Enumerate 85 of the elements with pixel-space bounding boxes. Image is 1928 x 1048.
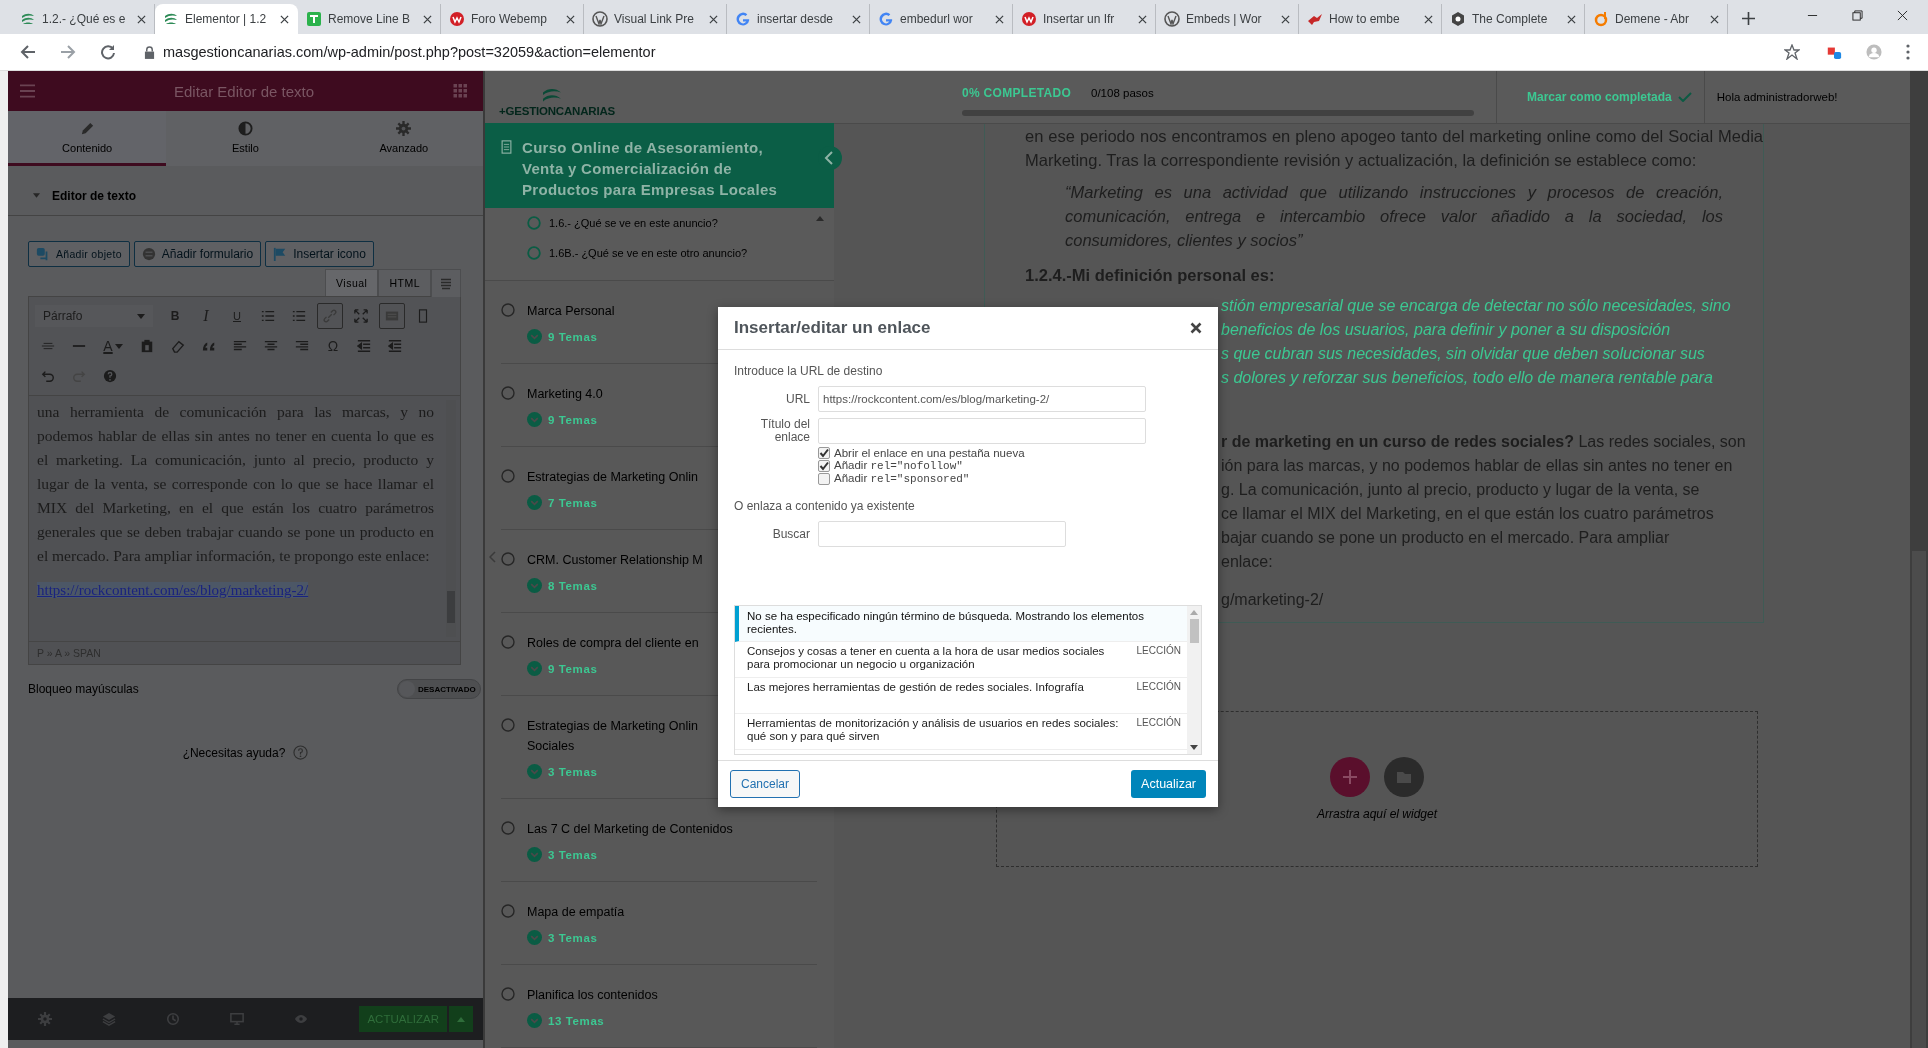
address-bar[interactable]: masgestioncanarias.com/wp-admin/post.php?post=32059&action=elementor	[163, 44, 656, 60]
underline-button[interactable]: U	[224, 303, 250, 329]
panel-tab[interactable]: Estilo	[166, 111, 325, 166]
panel-tab[interactable]: Avanzado	[324, 111, 483, 166]
search-label: Buscar	[771, 527, 810, 541]
option-label: Añadir rel="sponsored"	[834, 472, 970, 485]
panel-tab[interactable]: Contenido	[8, 111, 167, 166]
section-title: Roles de compra del cliente en	[527, 635, 699, 652]
paragraph-line: enlace:	[1221, 552, 1274, 572]
tab-title: Remove Line B	[328, 12, 412, 26]
italic-button[interactable]: I	[193, 303, 219, 329]
title-label: Título del enlace	[759, 418, 810, 444]
section-header[interactable]: Editor de texto	[8, 176, 483, 216]
cancel-button[interactable]: Cancelar	[730, 770, 801, 798]
link[interactable]: g/marketing-2/	[1221, 588, 1763, 612]
editor-mode-tab[interactable]: HTML	[378, 269, 431, 296]
tab-title: Elementor | 1.2	[185, 12, 268, 26]
lesson-item[interactable]: 1.6.- ¿Qué se ve en este anuncio?	[527, 208, 834, 238]
tab-title: Demene - Abr	[1615, 12, 1691, 26]
logo-text: +GESTIONCANARIAS	[499, 105, 616, 117]
topic-count: 7 Temas	[548, 496, 598, 509]
text-color-button[interactable]: A	[97, 333, 129, 359]
tab-title: The Complete	[1472, 12, 1549, 26]
heading: 1.2.4.-Mi definición personal es:	[1025, 265, 1276, 286]
topic-count: 9 Temas	[548, 413, 598, 426]
tab-title: insertar desde	[757, 12, 835, 26]
section-title: CRM. Customer Relationship M	[527, 552, 703, 569]
result-item[interactable]: Las mejores herramientas de gestión de redes sociales. Infografía LECCIÓN	[735, 678, 1187, 714]
section-title: Mapa de empatía	[527, 904, 625, 921]
lesson-item[interactable]: 1.6B.- ¿Qué se ve en este otro anuncio?	[527, 238, 834, 268]
section-title: Planifica los contenidos	[527, 987, 658, 1004]
media-button[interactable]: Insertar icono	[265, 241, 374, 267]
result-item[interactable]: Herramientas de monitorización y análisis de usuarios en redes sociales: qué son y para qué sirven LECCIÓN	[735, 714, 1187, 750]
bold-button[interactable]: B	[162, 303, 188, 329]
url-field[interactable]: https://rockcontent.com/es/blog/marketing-2/	[818, 386, 1146, 412]
result-type: LECCIÓN	[1136, 717, 1181, 730]
topic-count: 8 Temas	[548, 579, 598, 592]
quote-line: beneficios de los usuarios, para definir y poner a su disposición	[1221, 320, 1672, 340]
quote-line: s que cubran sus necesidades, sin olvidar que deben solucionar sus	[1221, 344, 1706, 364]
mark-complete-button[interactable]: Marcar como completada	[1496, 71, 1705, 123]
panel-title: Editar Editor de texto	[173, 82, 315, 100]
tab-title: Visual Link Pre	[614, 12, 695, 26]
tab-title: Foro Webemp	[471, 12, 548, 26]
section-title: Marketing 4.0	[527, 386, 603, 403]
tab-title: Embeds | Wor	[1186, 12, 1263, 26]
url-label: URL	[785, 392, 810, 406]
editor-mode-tab[interactable]: Visual	[325, 269, 379, 296]
greeting: Hola administradorweb!	[1716, 91, 1838, 103]
result-type: LECCIÓN	[1136, 681, 1181, 694]
caps-lock-label: Bloqueo mayúsculas	[28, 682, 139, 696]
caps-lock-toggle[interactable]: DESACTIVADO	[397, 679, 481, 699]
search-notice: No se ha especificado ningún término de búsqueda. Mostrando los elementos recientes.	[735, 606, 1187, 642]
update-button[interactable]: Actualizar	[1131, 770, 1206, 798]
topic-count: 3 Temas	[548, 765, 598, 778]
section-title: Estrategias de Marketing Onlin	[527, 469, 698, 486]
quote-line: s dolores y reforzar sus beneficios, todo ello de manera rentable para	[1221, 368, 1714, 388]
tab-title: How to embe	[1329, 12, 1401, 26]
tab-title: 1.2.- ¿Qué es e	[42, 12, 127, 26]
result-type: LECCIÓN	[1136, 645, 1181, 658]
course-title: Curso Online de Asesoramiento, Venta y Comercialización de Productos para Empresas Locales	[522, 138, 779, 200]
topic-count: 9 Temas	[548, 662, 598, 675]
tab-title: embedurl wor	[900, 12, 974, 26]
drop-hint: Arrastra aquí el widget	[1316, 807, 1438, 821]
topic-count: 3 Temas	[548, 931, 598, 944]
section-item[interactable]: Mapa de empatía 3 Temas	[501, 882, 817, 965]
option-label: Abrir el enlace en una pestaña nueva	[834, 446, 1025, 459]
symbol-button[interactable]: Ω	[320, 333, 346, 359]
quote-line: stión empresarial que se encarga de detectar no sólo necesidades, sino	[1221, 296, 1732, 316]
progress-steps: 0/108 pasos	[1091, 87, 1154, 99]
section-title: Las 7 C del Marketing de Contenidos	[527, 821, 732, 838]
topic-count: 9 Temas	[548, 330, 598, 343]
topic-count: 3 Temas	[548, 848, 598, 861]
tab-title: Insertar un Ifr	[1043, 12, 1116, 26]
progress-label: 0% COMPLETADO	[962, 86, 1072, 100]
format-dropdown[interactable]: Párrafo	[35, 305, 153, 327]
section-title: Estrategias de Marketing Onlin Sociales	[527, 718, 698, 755]
topic-count: 13 Temas	[548, 1014, 605, 1027]
option-label: Añadir rel="nofollow"	[834, 459, 963, 472]
media-button[interactable]: Añadir formulario	[133, 241, 262, 267]
section-item[interactable]: Planifica los contenidos 13 Temas	[501, 965, 817, 1048]
result-item[interactable]: Consejos y cosas a tener en cuenta a la hora de usar medios sociales para promocionar un negocio u organización LECCIÓN	[735, 642, 1187, 678]
browser-tab[interactable]: Elementor | 1.2	[155, 4, 298, 34]
section-title: Marca Personal	[527, 303, 615, 320]
help-link[interactable]: ¿Necesitas ayuda?	[182, 745, 286, 760]
media-button[interactable]: Añadir objeto	[28, 241, 130, 267]
